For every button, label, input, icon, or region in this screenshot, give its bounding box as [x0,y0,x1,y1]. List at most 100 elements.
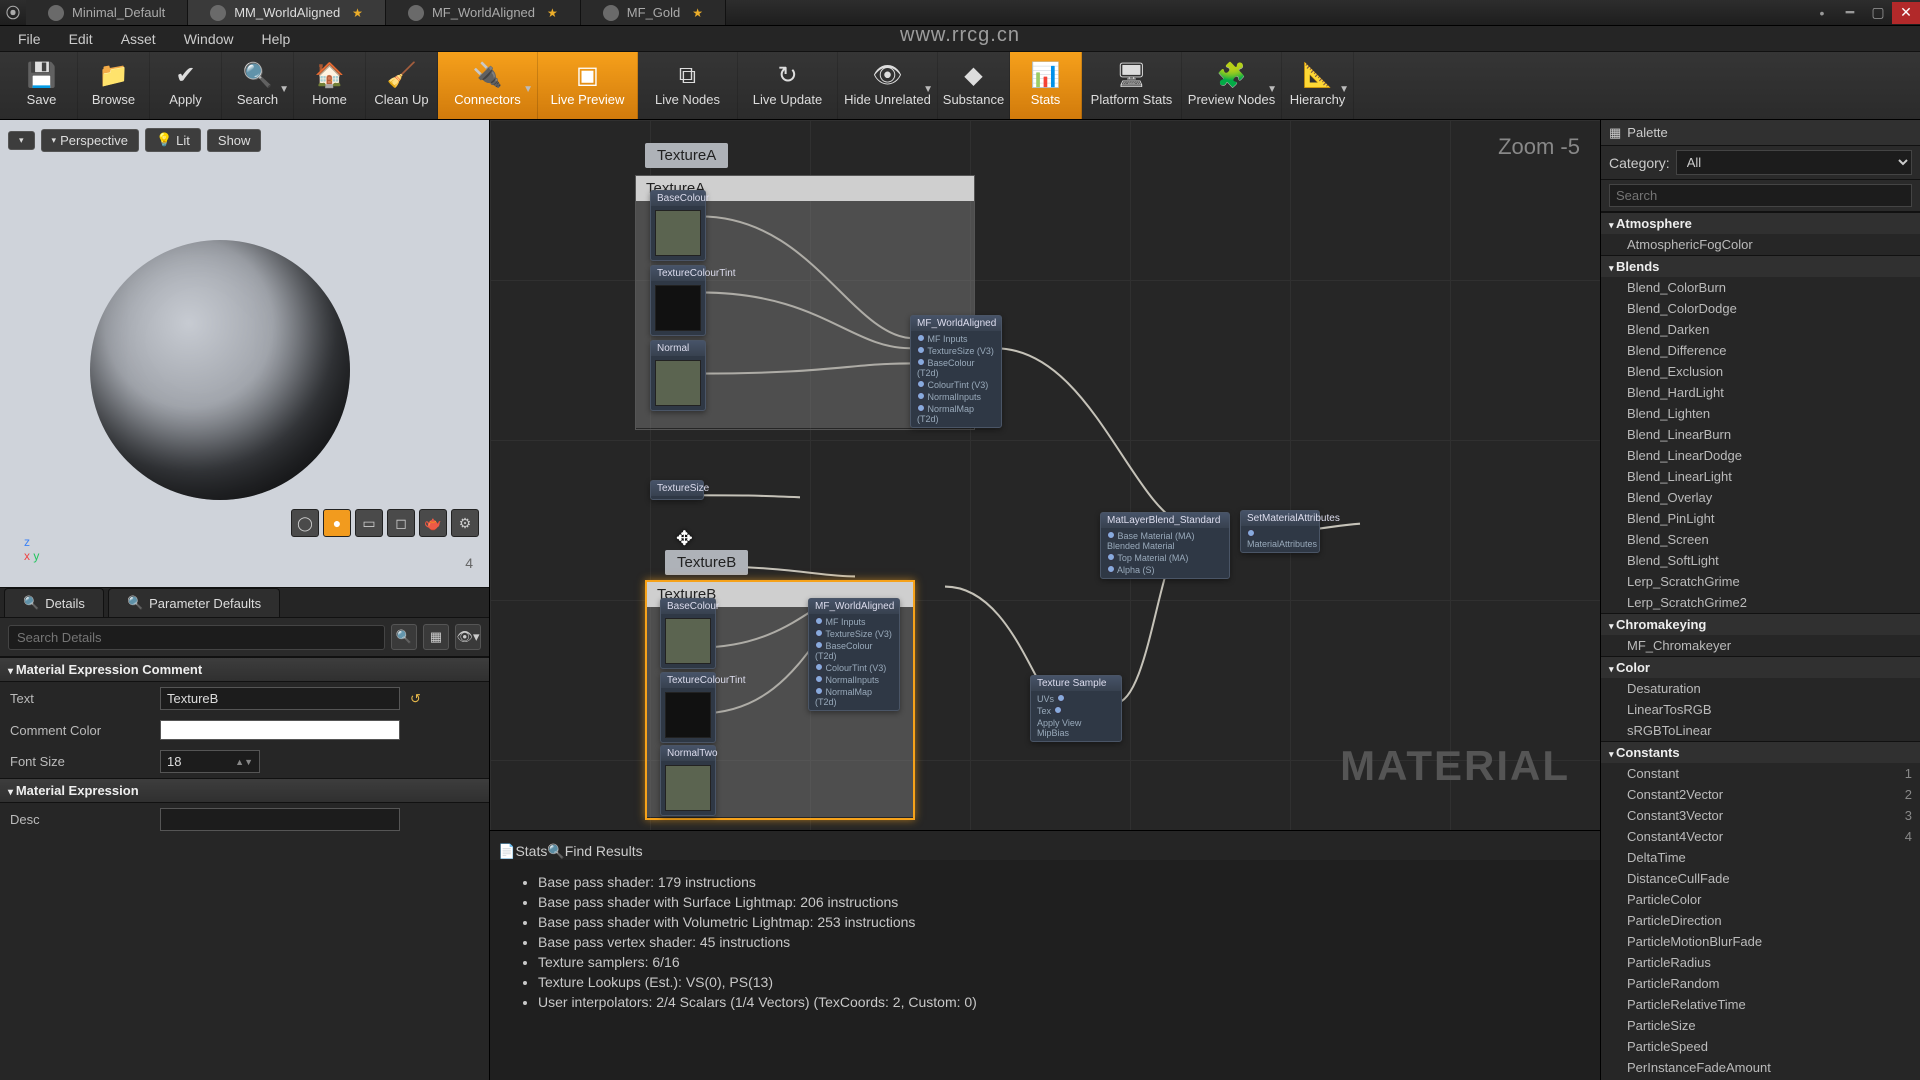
node-mf-worldaligned-b[interactable]: MF_WorldAligned MF Inputs TextureSize (V… [808,598,900,711]
tab-stats[interactable]: 📄Stats [498,843,547,860]
palette-item[interactable]: LinearTosRGB [1601,699,1920,720]
prop-text-input[interactable] [160,687,400,710]
palette-item[interactable]: ParticleColor [1601,889,1920,910]
reset-icon[interactable]: ↺ [410,691,421,707]
node-basecolour-b[interactable]: BaseColour [660,598,716,669]
shape-teapot-button[interactable]: 🫖 [419,509,447,537]
node-texture-sample[interactable]: Texture Sample UVs Tex Apply View MipBia… [1030,675,1122,742]
palette-item[interactable]: Blend_SoftLight [1601,550,1920,571]
title-tab[interactable]: MF_WorldAligned★ [386,0,581,25]
section-material-expression[interactable]: Material Expression [0,778,489,803]
palette-item[interactable]: Blend_PinLight [1601,508,1920,529]
search-icon[interactable]: 🔍 [391,624,417,650]
node-normal-a[interactable]: Normal [650,340,706,411]
palette-category[interactable]: Atmosphere [1601,212,1920,234]
palette-item[interactable]: Constant3Vector3 [1601,805,1920,826]
chevron-down-icon[interactable]: ▼ [523,84,533,95]
bullet-icon[interactable]: • [1808,2,1836,24]
toolbar-platform-stats-button[interactable]: 🖥Platform Stats [1082,52,1182,119]
palette-item[interactable]: ParticleRadius [1601,952,1920,973]
maximize-icon[interactable]: ▢ [1864,2,1892,24]
toolbar-hierarchy-button[interactable]: 📐Hierarchy▼ [1282,52,1354,119]
node-make-material-attributes[interactable]: SetMaterialAttributes MaterialAttributes [1240,510,1320,553]
toolbar-browse-button[interactable]: 📁Browse [78,52,150,119]
node-normal-b[interactable]: NormalTwo [660,745,716,816]
lit-button[interactable]: 💡Lit [145,128,201,152]
toolbar-apply-button[interactable]: ✔Apply [150,52,222,119]
font-size-spinner[interactable]: 18▲▼ [160,750,260,773]
details-search-input[interactable] [8,625,385,650]
palette-category[interactable]: Constants [1601,741,1920,763]
toolbar-live-preview-button[interactable]: ▣Live Preview [538,52,638,119]
palette-item[interactable]: Lerp_ScratchGrime [1601,571,1920,592]
toolbar-search-button[interactable]: 🔍Search▼ [222,52,294,119]
palette-item[interactable]: Blend_HardLight [1601,382,1920,403]
chevron-down-icon[interactable]: ▼ [1339,84,1349,95]
palette-item[interactable]: DeltaTime [1601,847,1920,868]
palette-tree[interactable]: AtmosphereAtmosphericFogColorBlends Blend… [1601,212,1920,1080]
title-tab[interactable]: MM_WorldAligned★ [188,0,386,25]
toolbar-substance-button[interactable]: ◆Substance [938,52,1010,119]
node-colourtint-a[interactable]: TextureColourTint [650,265,706,336]
chevron-down-icon[interactable]: ▼ [279,84,289,95]
palette-item[interactable]: Blend_LinearDodge [1601,445,1920,466]
node-texsize-param[interactable]: TextureSize [650,480,704,500]
section-material-expression-comment[interactable]: Material Expression Comment [0,657,489,682]
palette-category[interactable]: Color [1601,656,1920,678]
palette-item[interactable]: Lerp_ScratchGrime2 [1601,592,1920,613]
shape-cube-button[interactable]: ◻ [387,509,415,537]
palette-item[interactable]: Blend_LinearLight [1601,466,1920,487]
palette-item[interactable]: ParticleRelativeTime [1601,994,1920,1015]
menu-file[interactable]: File [6,28,53,50]
menu-window[interactable]: Window [172,28,246,50]
node-mf-worldaligned-a[interactable]: MF_WorldAligned MF Inputs TextureSize (V… [910,315,1002,428]
tab-find-results[interactable]: 🔍Find Results [547,843,642,860]
shape-plane-button[interactable]: ▭ [355,509,383,537]
prop-desc-input[interactable] [160,808,400,831]
title-tab[interactable]: MF_Gold★ [581,0,726,25]
palette-item[interactable]: PerInstanceFadeAmount [1601,1057,1920,1078]
menu-help[interactable]: Help [250,28,303,50]
palette-item[interactable]: AtmosphericFogColor [1601,234,1920,255]
show-button[interactable]: Show [207,129,262,152]
palette-item[interactable]: Blend_Screen [1601,529,1920,550]
close-icon[interactable]: ✕ [1892,2,1920,24]
shape-sphere-button[interactable]: ● [323,509,351,537]
node-colourtint-b[interactable]: TextureColourTint [660,672,716,743]
palette-category-select[interactable]: All [1676,150,1912,175]
material-graph[interactable]: Zoom -5 MATERIAL TextureA TextureB ✥ [490,120,1600,830]
palette-item[interactable]: Constant1 [1601,763,1920,784]
palette-item[interactable]: Constant4Vector4 [1601,826,1920,847]
menu-asset[interactable]: Asset [109,28,168,50]
palette-item[interactable]: Blend_Darken [1601,319,1920,340]
node-basecolour-a[interactable]: BaseColour [650,190,706,261]
chevron-down-icon[interactable]: ▼ [923,84,933,95]
palette-item[interactable]: Blend_ColorDodge [1601,298,1920,319]
palette-item[interactable]: MF_Chromakeyer [1601,635,1920,656]
toolbar-clean-up-button[interactable]: 🧹Clean Up [366,52,438,119]
tab-details[interactable]: 🔍Details [4,588,104,617]
menu-edit[interactable]: Edit [57,28,105,50]
palette-item[interactable]: ParticleDirection [1601,910,1920,931]
eye-dropdown-icon[interactable]: 👁▾ [455,624,481,650]
palette-item[interactable]: ParticleSpeed [1601,1036,1920,1057]
tab-parameter-defaults[interactable]: 🔍Parameter Defaults [108,588,280,617]
palette-category[interactable]: Blends [1601,255,1920,277]
palette-item[interactable]: sRGBToLinear [1601,720,1920,741]
toolbar-stats-button[interactable]: 📊Stats [1010,52,1082,119]
viewport-options-button[interactable]: ▾ [8,131,35,150]
palette-item[interactable]: Desaturation [1601,678,1920,699]
title-tab[interactable]: Minimal_Default [26,0,188,25]
palette-item[interactable]: Blend_Overlay [1601,487,1920,508]
matrix-icon[interactable]: ▦ [423,624,449,650]
palette-item[interactable]: Blend_Lighten [1601,403,1920,424]
chevron-down-icon[interactable]: ▼ [1267,84,1277,95]
toolbar-live-update-button[interactable]: ↻Live Update [738,52,838,119]
palette-search-input[interactable] [1609,184,1912,207]
toolbar-connectors-button[interactable]: 🔌Connectors▼ [438,52,538,119]
palette-item[interactable]: Blend_Exclusion [1601,361,1920,382]
comment-color-swatch[interactable] [160,720,400,740]
palette-item[interactable]: ParticleSize [1601,1015,1920,1036]
minimize-icon[interactable]: ━ [1836,2,1864,24]
palette-item[interactable]: DistanceCullFade [1601,868,1920,889]
